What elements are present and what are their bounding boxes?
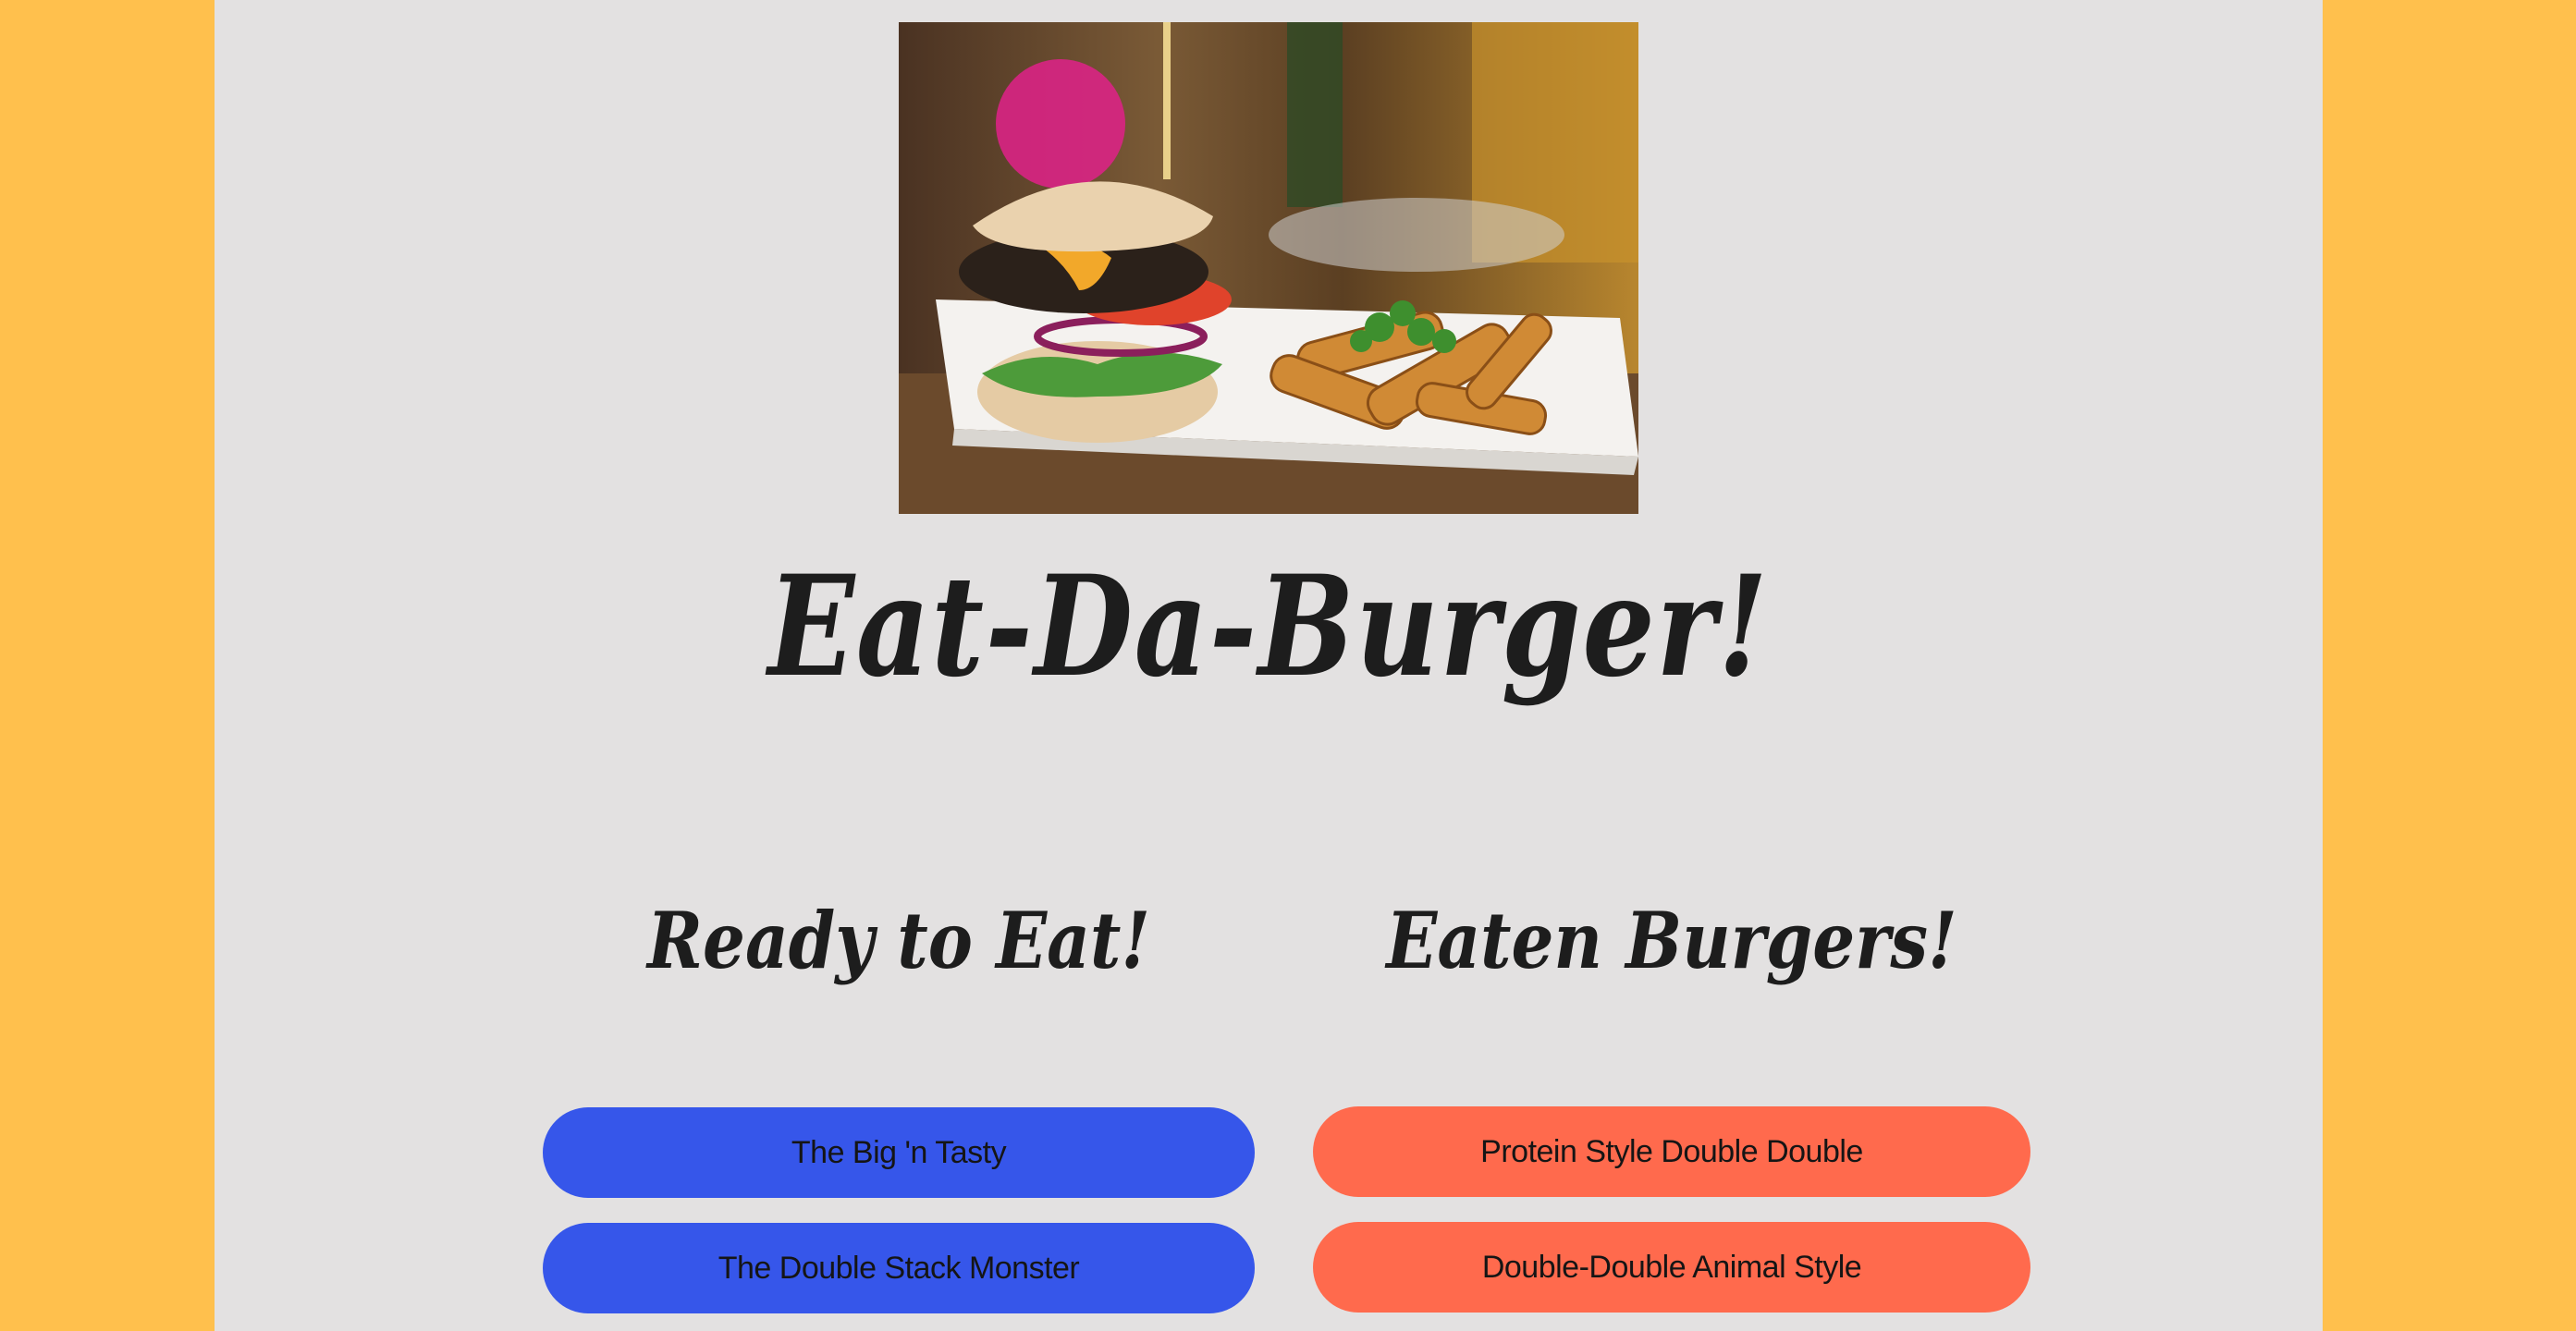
devour-button-double-stack-monster[interactable]: The Double Stack Monster: [543, 1223, 1255, 1313]
ready-to-eat-heading: Ready to Eat!: [646, 895, 1151, 986]
devour-button-big-n-tasty[interactable]: The Big 'n Tasty: [543, 1107, 1255, 1198]
eaten-burger-animal-style[interactable]: Double-Double Animal Style: [1313, 1222, 2030, 1313]
burger-image-icon: [899, 22, 1638, 514]
main-panel: Eat-Da-Burger! Ready to Eat! Eaten Burge…: [215, 0, 2323, 1331]
eaten-burgers-heading: Eaten Burgers!: [1386, 895, 1957, 986]
eaten-burger-protein-style[interactable]: Protein Style Double Double: [1313, 1106, 2030, 1197]
burger-photo: [899, 22, 1638, 514]
page-title: Eat-Da-Burger!: [767, 545, 1770, 708]
